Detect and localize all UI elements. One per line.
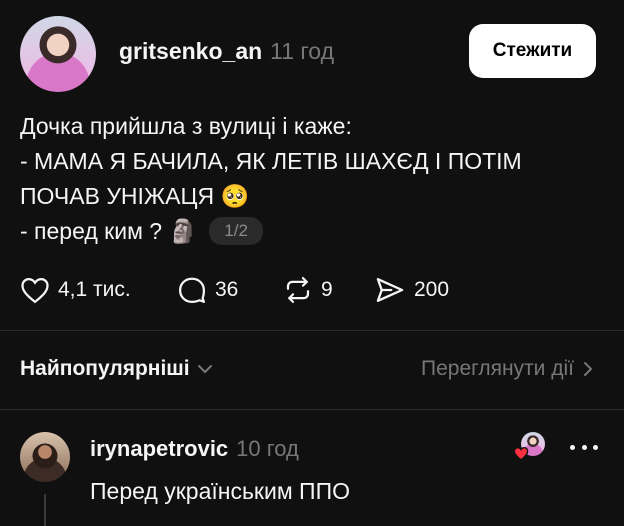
author-avatar[interactable] — [20, 16, 96, 92]
post-time: 11 год — [270, 38, 335, 64]
page-indicator: 1/2 — [209, 217, 264, 245]
author-username[interactable]: gritsenko_an — [119, 38, 262, 65]
like-action[interactable]: 4,1 тис. — [20, 276, 131, 304]
more-options-button[interactable] — [570, 442, 598, 452]
sort-dropdown[interactable]: Найпопулярніші — [20, 357, 214, 381]
view-activity-label: Переглянути дії — [421, 357, 574, 380]
heart-icon — [21, 277, 49, 304]
share-icon — [376, 278, 404, 302]
repost-icon — [286, 277, 310, 303]
post-divider — [0, 330, 624, 331]
chevron-right-icon — [584, 362, 592, 376]
chevron-down-icon — [197, 365, 212, 373]
reply-username[interactable]: irynapetrovic — [90, 436, 228, 462]
view-activity-link[interactable]: Переглянути дії — [421, 357, 594, 381]
reply-thread-line — [44, 494, 46, 526]
more-dot-icon — [581, 444, 587, 450]
red-heart-icon — [513, 447, 529, 461]
reply-text: Перед українським ППО — [90, 478, 350, 504]
post-text-line-3: ПОЧАВ УНІЖАЦЯ 🥺 — [20, 183, 250, 209]
post-text-line-1: Дочка прийшла з вулиці і каже: — [20, 113, 352, 139]
more-dot-icon — [570, 444, 575, 450]
repost-count: 9 — [321, 278, 333, 301]
post-header: gritsenko_an 11 год — [119, 38, 334, 65]
like-count: 4,1 тис. — [58, 278, 131, 301]
replies-divider — [0, 409, 624, 410]
author-liked-indicator — [513, 432, 549, 464]
reply-header: irynapetrovic 10 год — [90, 436, 299, 462]
post-text-line-4: - перед ким ? 🗿 — [20, 218, 198, 244]
follow-button[interactable]: Стежити — [469, 24, 596, 78]
post-text-line-4-row: - перед ким ? 🗿 1/2 — [20, 214, 264, 248]
repost-action[interactable]: 9 — [283, 276, 333, 304]
more-dot-icon — [593, 444, 598, 450]
comment-action[interactable]: 36 — [177, 276, 238, 304]
post-text-line-2: - МАМА Я БАЧИЛА, ЯК ЛЕТІВ ШАХЄД І ПОТІМ — [20, 148, 522, 174]
comment-icon — [179, 277, 205, 303]
reply-avatar[interactable] — [20, 432, 70, 482]
share-action[interactable]: 200 — [374, 276, 449, 304]
reply-time: 10 год — [236, 436, 299, 461]
comment-count: 36 — [215, 278, 239, 301]
sort-label: Найпопулярніші — [20, 357, 190, 380]
share-count: 200 — [414, 278, 450, 301]
